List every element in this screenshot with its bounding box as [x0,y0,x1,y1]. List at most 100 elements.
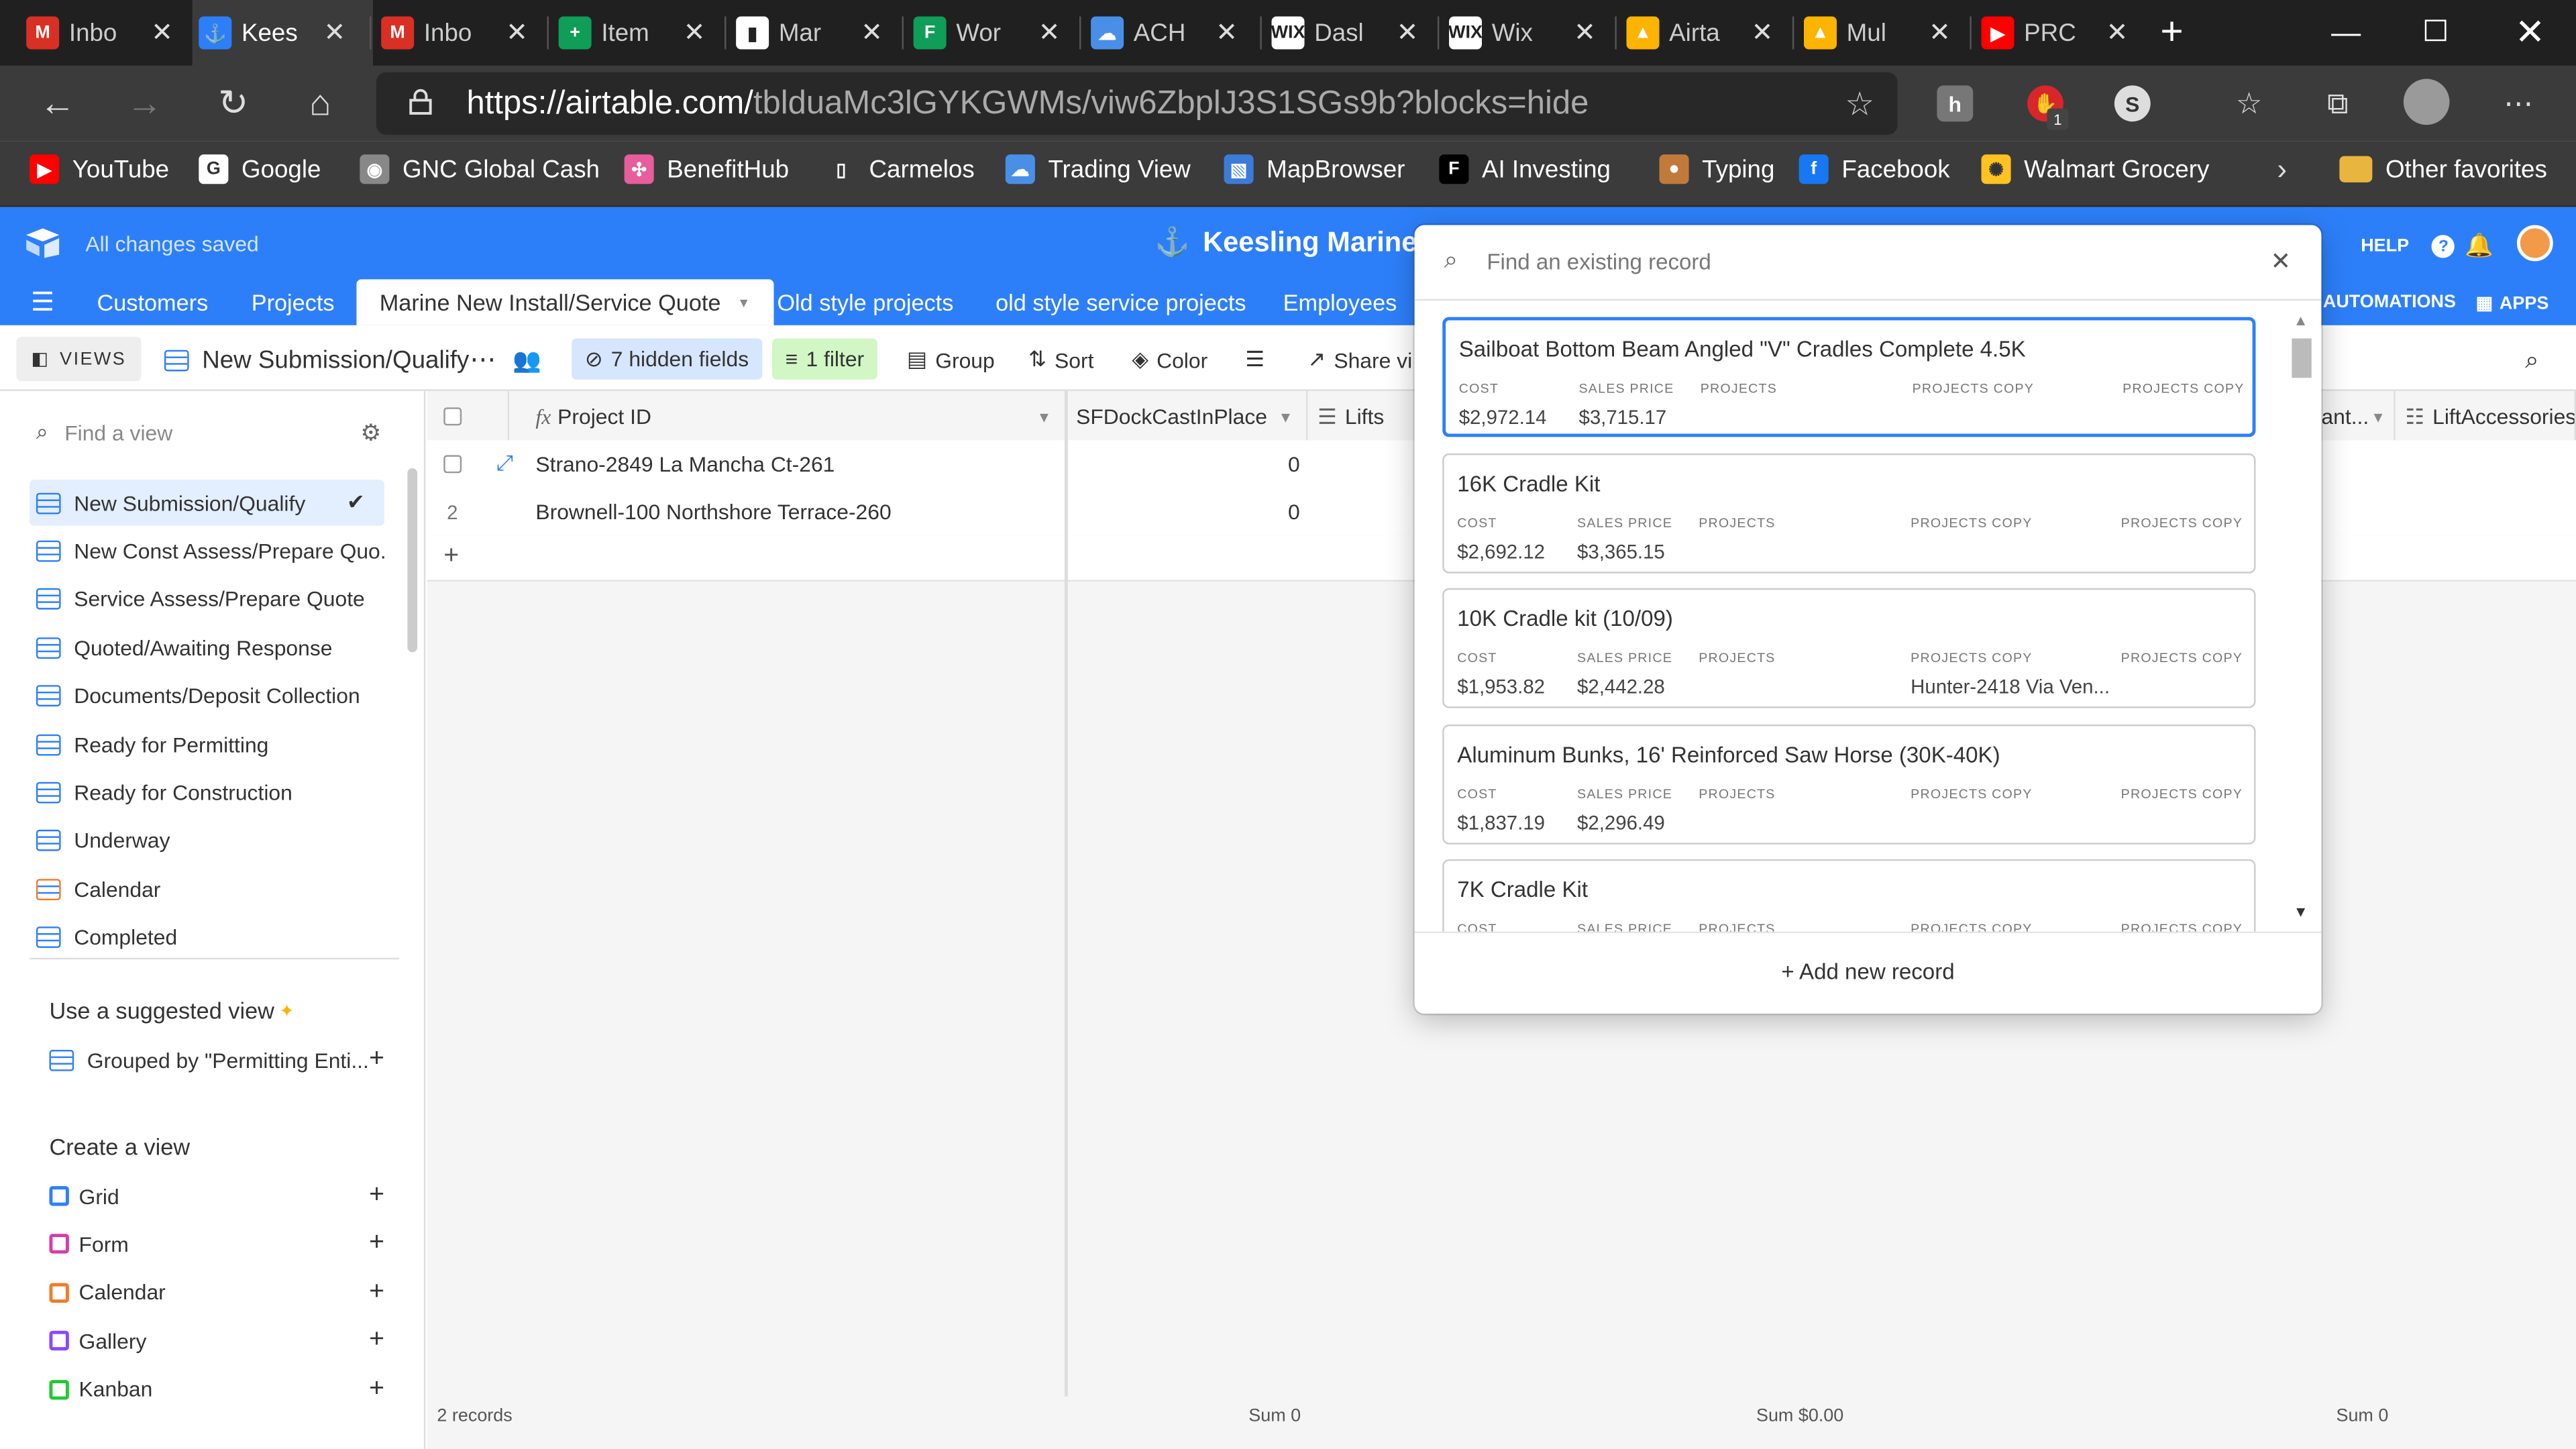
restore-window-icon[interactable] [2424,19,2447,42]
back-arrow-icon[interactable]: ← [33,79,82,128]
chevron-down-icon[interactable]: ▼ [1279,409,1293,425]
tab-customers[interactable]: Customers [74,279,231,325]
hamburger-menu-icon[interactable]: ☰ [26,289,59,317]
url-text[interactable]: https://airtable.com/tblduaMc3lGYKGWMs/v… [467,85,1589,123]
browser-tab[interactable]: ▶ PRC ✕ [1975,0,2146,66]
views-toggle-button[interactable]: ◧ VIEWS [16,337,142,382]
column-header-ant[interactable]: ant... ▼ [2321,390,2396,444]
create-view-kanban[interactable]: Kanban + [49,1366,384,1413]
search-icon[interactable]: ⌕ [2525,341,2539,378]
add-row-icon[interactable]: + [443,542,459,572]
close-icon[interactable]: ✕ [2271,246,2292,276]
record-card[interactable]: 10K Cradle kit (10/09) COST SALES PRICE PRO… [1442,588,2256,708]
bookmark-item[interactable]: ● Typing [1659,142,1774,197]
chevron-down-icon[interactable]: ▼ [2371,409,2385,425]
tab-old-style-projects[interactable]: Old style projects [754,279,977,325]
create-view-gallery[interactable]: Gallery + [49,1318,384,1364]
add-icon[interactable]: + [369,1375,384,1404]
tab-close-icon[interactable]: ✕ [1574,16,1597,49]
record-search-field[interactable]: ⌕ Find an existing record ✕ [1414,225,2322,301]
sidebar-view-item[interactable]: Completed [30,914,384,961]
scroll-up-icon[interactable]: ▲ [2294,312,2308,328]
home-icon[interactable]: ⌂ [296,79,345,128]
sum-cost[interactable]: Sum $0.00 [1756,1406,1843,1426]
bookmark-item[interactable]: f Facebook [1799,142,1950,197]
sfdock-cell[interactable]: 0 [1288,451,1300,476]
collaborators-icon[interactable]: 👥 [513,341,541,378]
sidebar-view-item[interactable]: Underway [30,818,384,864]
new-tab-button[interactable]: + [2149,10,2195,56]
bookmark-item[interactable]: F AI Investing [1439,142,1611,197]
suggested-view-item[interactable]: Grouped by "Permitting Enti... + [49,1036,384,1083]
chevron-down-icon[interactable]: ▼ [737,295,750,310]
record-card[interactable]: Aluminum Bunks, 16' Reinforced Saw Horse… [1442,723,2256,844]
browser-tab[interactable]: ▲ Mul ✕ [1797,0,1968,66]
current-view-name[interactable]: New Submission/Qualify [158,341,469,378]
more-options-icon[interactable]: ⋯ [2497,82,2540,125]
create-view-calendar[interactable]: Calendar + [49,1270,384,1316]
sfdock-cell[interactable]: 0 [1288,499,1300,524]
column-header-lifts[interactable]: ☰ Lifts [1307,390,1417,444]
tab-close-icon[interactable]: ✕ [861,16,883,49]
add-new-record-button[interactable]: + Add new record [1415,959,2322,984]
browser-tab[interactable]: WIX Dasl ✕ [1265,0,1436,66]
sidebar-scrollbar[interactable] [407,468,418,653]
project-id-cell[interactable]: Strano-2849 La Mancha Ct-261 [535,451,835,476]
tab-close-icon[interactable]: ✕ [1929,16,1951,49]
profile-avatar[interactable] [2403,78,2450,125]
bookmarks-overflow-chevron-icon[interactable]: › [2264,150,2300,189]
browser-tab[interactable]: M Inbo ✕ [19,0,191,66]
bookmark-item[interactable]: ▯ Carmelos [826,142,975,197]
column-header-lift-accessories[interactable]: ☷LiftAccessoriesSa [2395,390,2576,444]
browser-tab[interactable]: ⚓ Kees ✕ [192,0,373,66]
help-link[interactable]: HELP ? [2361,235,2455,258]
record-card[interactable]: Sailboat Bottom Beam Angled "V" Cradles … [1442,317,2256,437]
bookmark-item[interactable]: ▧ MapBrowser [1224,142,1405,197]
sidebar-view-item[interactable]: Calendar [30,866,384,912]
find-view-field[interactable]: ⌕ Find a view ⚙ [30,411,394,453]
tab-close-icon[interactable]: ✕ [1752,16,1774,49]
user-avatar[interactable] [2516,225,2553,262]
add-icon[interactable]: + [369,1181,384,1211]
sort-button[interactable]: ⇅ Sort [1028,341,1093,378]
collections-icon[interactable]: ⧉ [2316,82,2359,125]
tab-close-icon[interactable]: ✕ [1216,16,1238,49]
record-list-scrollbar[interactable]: ▲ ▼ [2288,312,2314,926]
record-card[interactable]: 7K Cradle Kit COST SALES PRICE PROJECTS PROJ… [1442,859,2256,932]
color-button[interactable]: ◈ Color [1132,341,1208,378]
scroll-thumb[interactable] [2292,338,2312,378]
sidebar-view-item[interactable]: Documents/Deposit Collection [30,673,384,719]
tab-close-icon[interactable]: ✕ [2106,16,2129,49]
bookmark-item[interactable]: ◉ GNC Global Cash [360,142,600,197]
sidebar-view-item[interactable]: New Const Assess/Prepare Quo... [30,528,384,574]
favorite-star-icon[interactable]: ☆ [1838,82,1881,125]
create-view-form[interactable]: Form + [49,1222,384,1268]
tab-marine-new-install-service-quote[interactable]: Marine New Install/Service Quote ▼ [356,279,773,325]
bookmark-item[interactable]: ✺ Walmart Grocery [1981,142,2209,197]
hidden-fields-button[interactable]: ⊘ 7 hidden fields [572,338,762,380]
sidebar-view-item[interactable]: Quoted/Awaiting Response [30,625,384,671]
forward-arrow-icon[interactable]: → [120,79,169,128]
sum-other[interactable]: Sum 0 [2336,1406,2388,1426]
address-bar[interactable]: https://airtable.com/tblduaMc3lGYKGWMs/v… [376,72,1898,135]
row-checkbox[interactable] [443,455,462,474]
sidebar-view-item[interactable]: Ready for Permitting [30,721,384,767]
other-favorites[interactable]: Other favorites [2339,142,2547,197]
expand-row-icon[interactable]: ⤢ [496,450,513,476]
browser-tab[interactable]: WIX Wix ✕ [1442,0,1613,66]
select-all-checkbox[interactable] [443,407,462,426]
sidebar-view-item[interactable]: Ready for Construction [30,769,384,816]
tab-projects[interactable]: Projects [228,279,357,325]
browser-tab[interactable]: M Inbo ✕ [374,0,545,66]
sidebar-view-item[interactable]: Service Assess/Prepare Quote [30,576,384,623]
notifications-bell-icon[interactable]: 🔔 [2464,230,2493,260]
tab-close-icon[interactable]: ✕ [684,16,706,49]
add-icon[interactable]: + [369,1326,384,1356]
browser-tab[interactable]: ▮ Mar ✕ [729,0,900,66]
group-button[interactable]: ▤ Group [907,341,995,378]
tab-close-icon[interactable]: ✕ [1038,16,1061,49]
apps-button[interactable]: ▦ APPS [2476,292,2549,314]
refresh-icon[interactable]: ↻ [209,79,258,128]
add-icon[interactable]: + [369,1045,384,1075]
favorites-list-icon[interactable]: ☆ [2228,82,2271,125]
